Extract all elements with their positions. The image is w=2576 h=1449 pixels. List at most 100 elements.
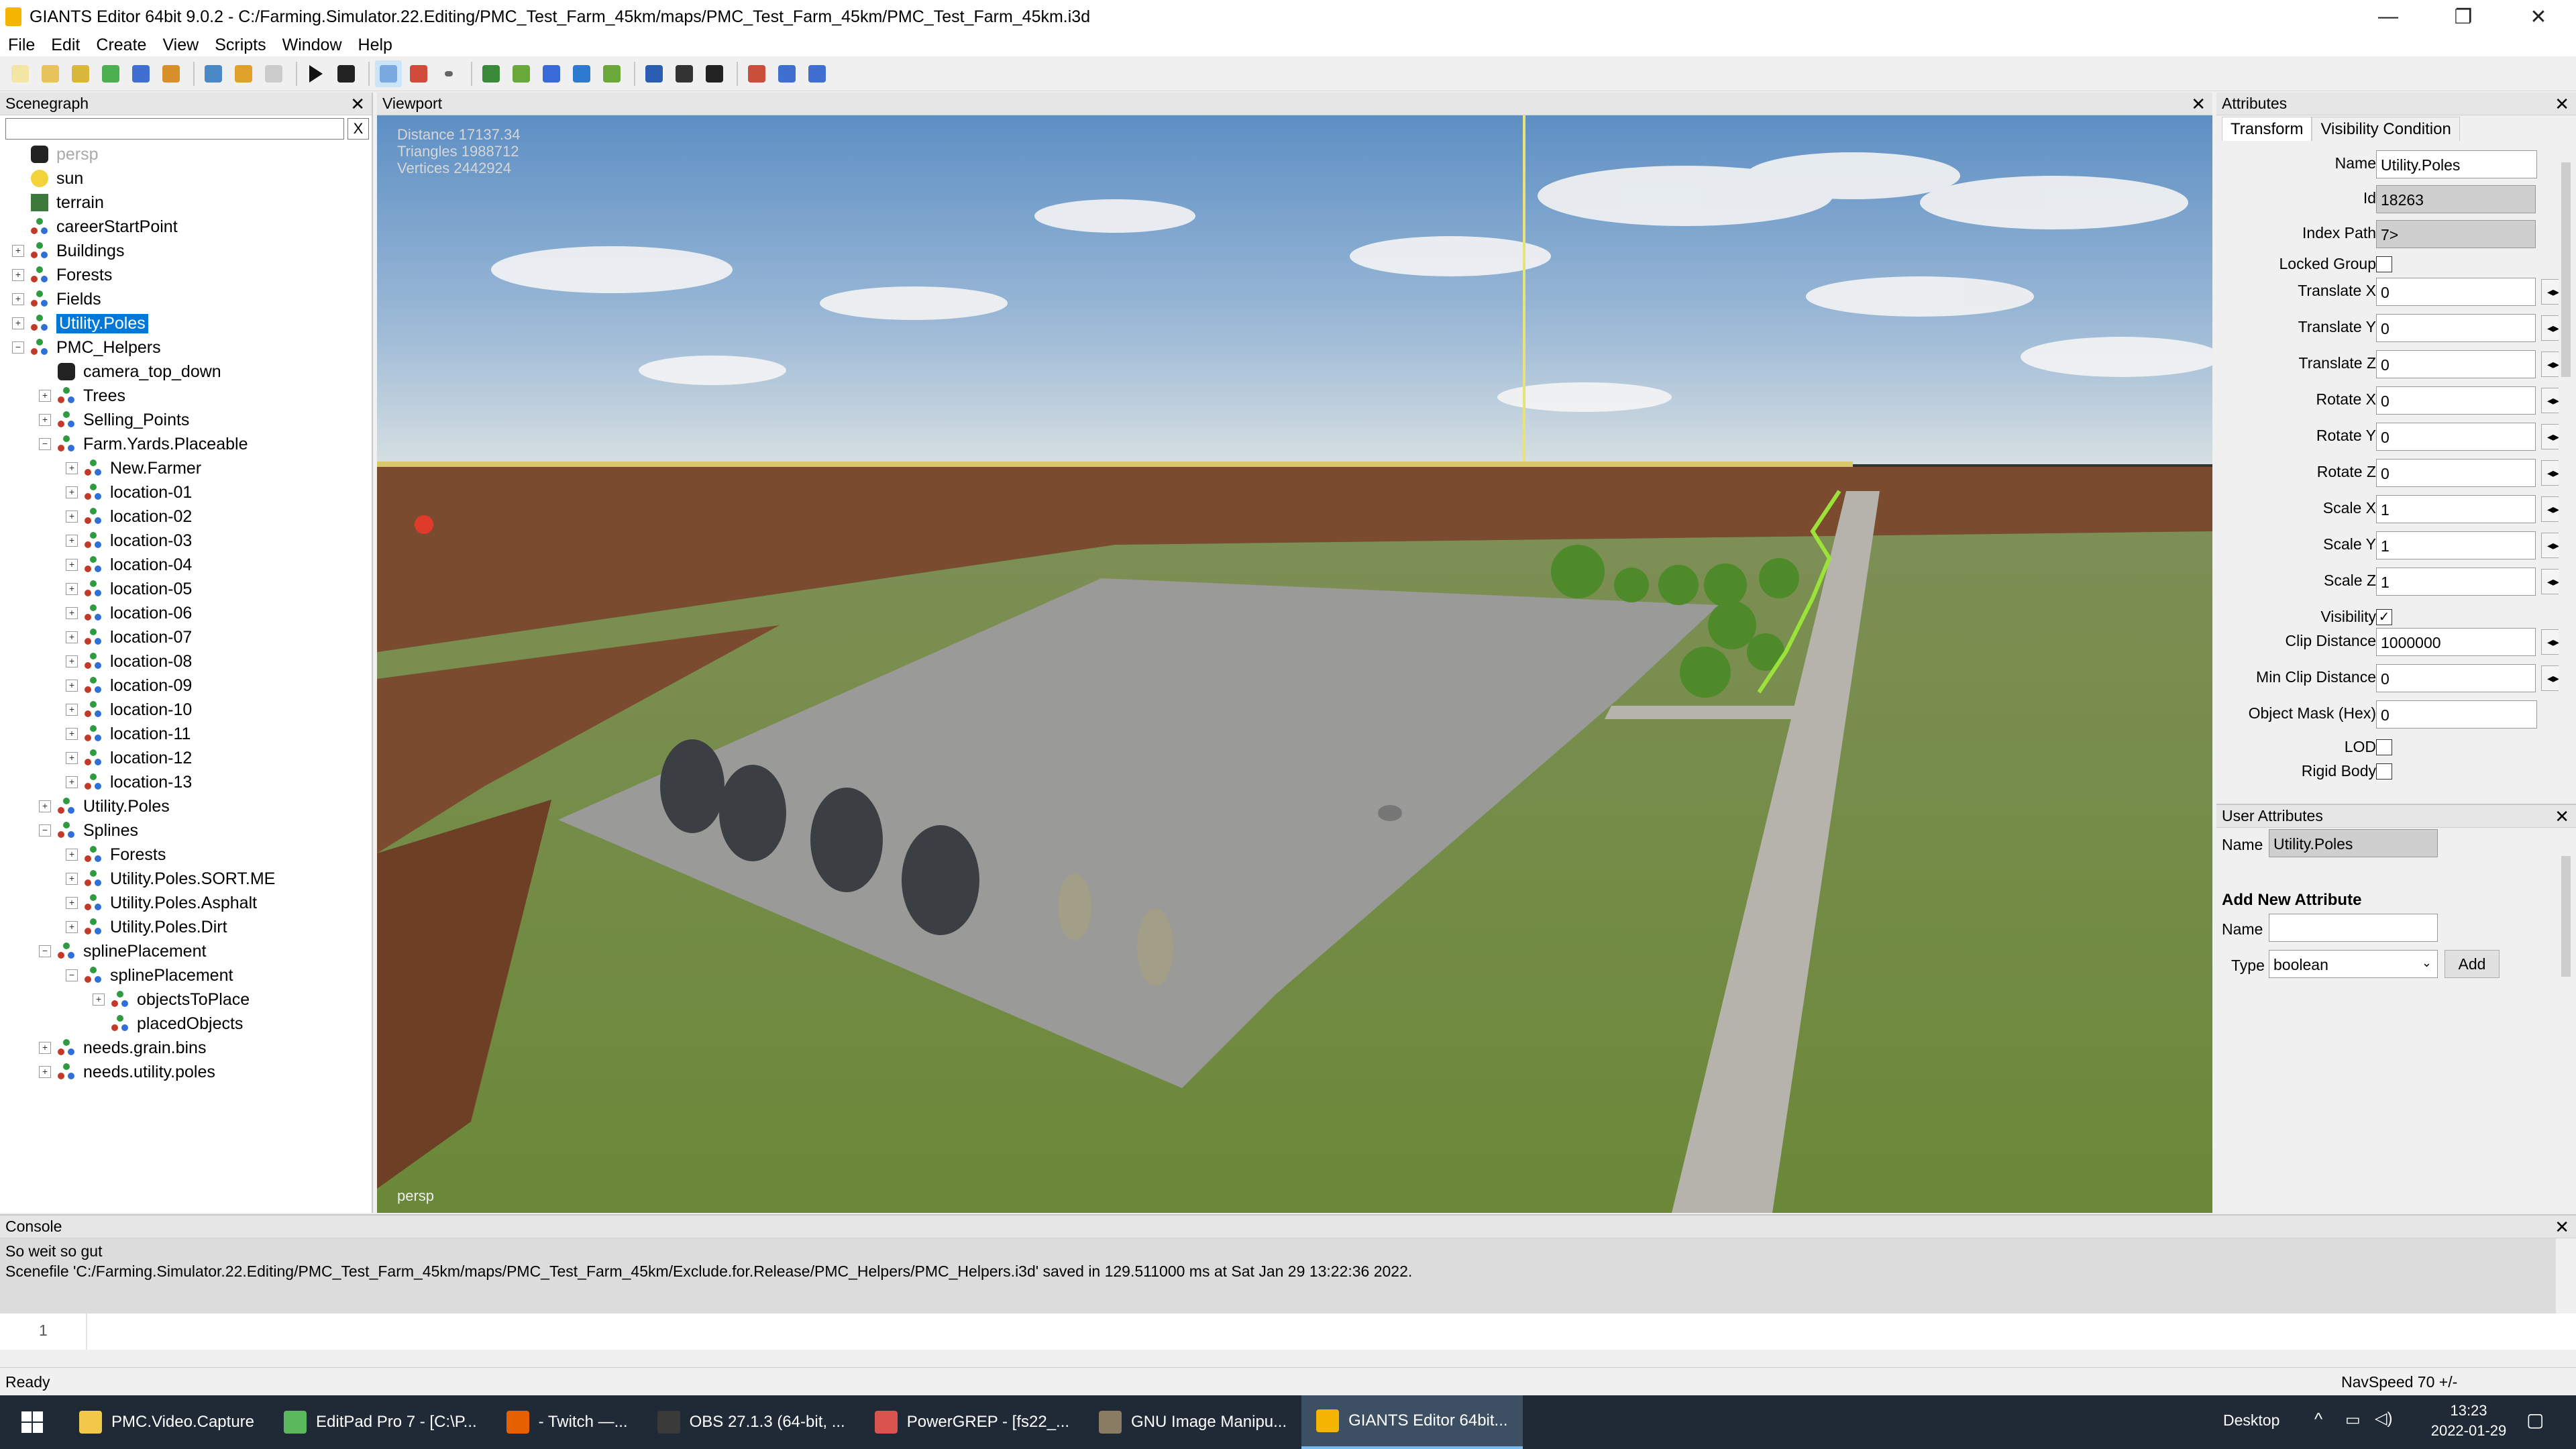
locked-group-checkbox[interactable]: [2376, 256, 2392, 272]
menu-edit[interactable]: Edit: [43, 36, 88, 55]
expand-toggle-icon[interactable]: −: [39, 824, 51, 837]
expand-toggle-icon[interactable]: +: [93, 994, 105, 1006]
foliage-icon[interactable]: [508, 60, 535, 87]
user-attributes-close-icon[interactable]: ✕: [2555, 806, 2569, 827]
tree-node[interactable]: + location-12: [0, 746, 373, 770]
move-icon[interactable]: [641, 60, 667, 87]
network-icon[interactable]: ▭: [2345, 1410, 2361, 1430]
console-horizontal-scrollbar[interactable]: [0, 1350, 2576, 1368]
scale-y-field[interactable]: 1: [2376, 531, 2536, 559]
tree-node[interactable]: + location-03: [0, 529, 373, 553]
decal-icon[interactable]: [568, 60, 595, 87]
tree-node[interactable]: + Utility.Poles.Asphalt: [0, 891, 373, 915]
expand-toggle-icon[interactable]: +: [39, 1042, 51, 1054]
expand-toggle-icon[interactable]: +: [66, 583, 78, 595]
expand-toggle-icon[interactable]: +: [66, 704, 78, 716]
expand-toggle-icon[interactable]: +: [66, 752, 78, 764]
tree-node[interactable]: + New.Farmer: [0, 456, 373, 480]
menu-file[interactable]: File: [0, 36, 43, 55]
tree-node[interactable]: + location-08: [0, 649, 373, 674]
tab-transform[interactable]: Transform: [2222, 117, 2312, 141]
tree-node[interactable]: − Splines: [0, 818, 373, 843]
minimize-button[interactable]: —: [2351, 0, 2426, 34]
tree-node[interactable]: + location-09: [0, 674, 373, 698]
eye-icon[interactable]: [333, 60, 360, 87]
tree-node[interactable]: − splinePlacement: [0, 939, 373, 963]
viewport-canvas[interactable]: Distance 17137.34 Triangles 1988712 Vert…: [377, 115, 2212, 1213]
expand-toggle-icon[interactable]: +: [66, 728, 78, 740]
expand-toggle-icon[interactable]: +: [66, 921, 78, 933]
expand-toggle-icon[interactable]: +: [66, 897, 78, 909]
new-attr-name-input[interactable]: [2269, 914, 2438, 942]
clock[interactable]: 13:23 2022-01-29: [2428, 1401, 2509, 1441]
tree-node[interactable]: placedObjects: [0, 1012, 373, 1036]
expand-toggle-icon[interactable]: +: [12, 317, 24, 329]
open-file-icon[interactable]: [37, 60, 64, 87]
expand-toggle-icon[interactable]: +: [66, 511, 78, 523]
tree-node[interactable]: + location-13: [0, 770, 373, 794]
menu-help[interactable]: Help: [350, 36, 400, 55]
tree-node[interactable]: + Forests: [0, 843, 373, 867]
visibility-checkbox[interactable]: ✓: [2376, 609, 2392, 625]
taskbar-app[interactable]: - Twitch —...: [492, 1395, 643, 1449]
expand-toggle-icon[interactable]: +: [66, 680, 78, 692]
expand-toggle-icon[interactable]: +: [12, 269, 24, 281]
volume-icon[interactable]: ◁): [2375, 1409, 2392, 1428]
taskbar-app[interactable]: EditPad Pro 7 - [C:\P...: [269, 1395, 492, 1449]
expand-toggle-icon[interactable]: +: [66, 559, 78, 571]
taskbar-app[interactable]: PMC.Video.Capture: [64, 1395, 269, 1449]
expand-toggle-icon[interactable]: +: [12, 293, 24, 305]
tree-node[interactable]: + objectsToPlace: [0, 987, 373, 1012]
type-select[interactable]: boolean ⌄: [2269, 950, 2438, 978]
paint-icon[interactable]: [405, 60, 432, 87]
expand-toggle-icon[interactable]: −: [66, 969, 78, 981]
rotate-x-field[interactable]: 0: [2376, 386, 2536, 415]
expand-toggle-icon[interactable]: −: [39, 438, 51, 450]
tree-node[interactable]: persp: [0, 142, 373, 166]
add-attribute-button[interactable]: Add: [2445, 950, 2500, 978]
history-icon[interactable]: [200, 60, 227, 87]
desktop-toolbar[interactable]: Desktop: [2223, 1411, 2279, 1430]
attributes-close-icon[interactable]: ✕: [2555, 94, 2569, 115]
expand-toggle-icon[interactable]: +: [39, 414, 51, 426]
maximize-button[interactable]: ❐: [2426, 0, 2501, 34]
expand-toggle-icon[interactable]: +: [39, 1066, 51, 1078]
user-attributes-scrollbar[interactable]: [2559, 829, 2573, 1205]
expand-toggle-icon[interactable]: −: [12, 341, 24, 354]
scale-x-field[interactable]: 1: [2376, 495, 2536, 523]
expand-toggle-icon[interactable]: +: [39, 800, 51, 812]
scenegraph-search-clear-button[interactable]: X: [347, 118, 369, 140]
expand-toggle-icon[interactable]: +: [12, 245, 24, 257]
taskbar-app[interactable]: GNU Image Manipu...: [1084, 1395, 1301, 1449]
notifications-icon[interactable]: ▢: [2526, 1409, 2544, 1431]
taskbar-app[interactable]: OBS 27.1.3 (64-bit, ...: [643, 1395, 860, 1449]
translate-z-field[interactable]: 0: [2376, 350, 2536, 378]
export-icon[interactable]: [158, 60, 184, 87]
tree-node[interactable]: + needs.utility.poles: [0, 1060, 373, 1084]
console-close-icon[interactable]: ✕: [2555, 1217, 2569, 1238]
tree-node[interactable]: terrain: [0, 191, 373, 215]
tree-node[interactable]: − splinePlacement: [0, 963, 373, 987]
object-mask-field[interactable]: 0: [2376, 700, 2537, 729]
tree-node[interactable]: + Fields: [0, 287, 373, 311]
expand-toggle-icon[interactable]: +: [66, 607, 78, 619]
settings-icon[interactable]: [773, 60, 800, 87]
viewport-close-icon[interactable]: ✕: [2191, 94, 2206, 115]
new-file-icon[interactable]: [7, 60, 34, 87]
expand-toggle-icon[interactable]: +: [39, 390, 51, 402]
tray-chevron-up-icon[interactable]: ^: [2314, 1409, 2322, 1430]
redo-icon[interactable]: [260, 60, 287, 87]
render-icon[interactable]: [743, 60, 770, 87]
play-icon[interactable]: [303, 60, 329, 87]
translate-y-field[interactable]: 0: [2376, 314, 2536, 342]
tree-node[interactable]: + Utility.Poles.SORT.ME: [0, 867, 373, 891]
expand-toggle-icon[interactable]: +: [66, 462, 78, 474]
console-input[interactable]: 1: [0, 1313, 2576, 1350]
rigid-body-checkbox[interactable]: [2376, 763, 2392, 780]
menu-create[interactable]: Create: [88, 36, 154, 55]
attributes-scroll-thumb[interactable]: [2561, 162, 2571, 377]
attributes-scrollbar[interactable]: [2559, 149, 2573, 793]
undo-icon[interactable]: [230, 60, 257, 87]
scenegraph-close-icon[interactable]: ✕: [350, 94, 365, 115]
name-field[interactable]: Utility.Poles: [2376, 150, 2537, 178]
